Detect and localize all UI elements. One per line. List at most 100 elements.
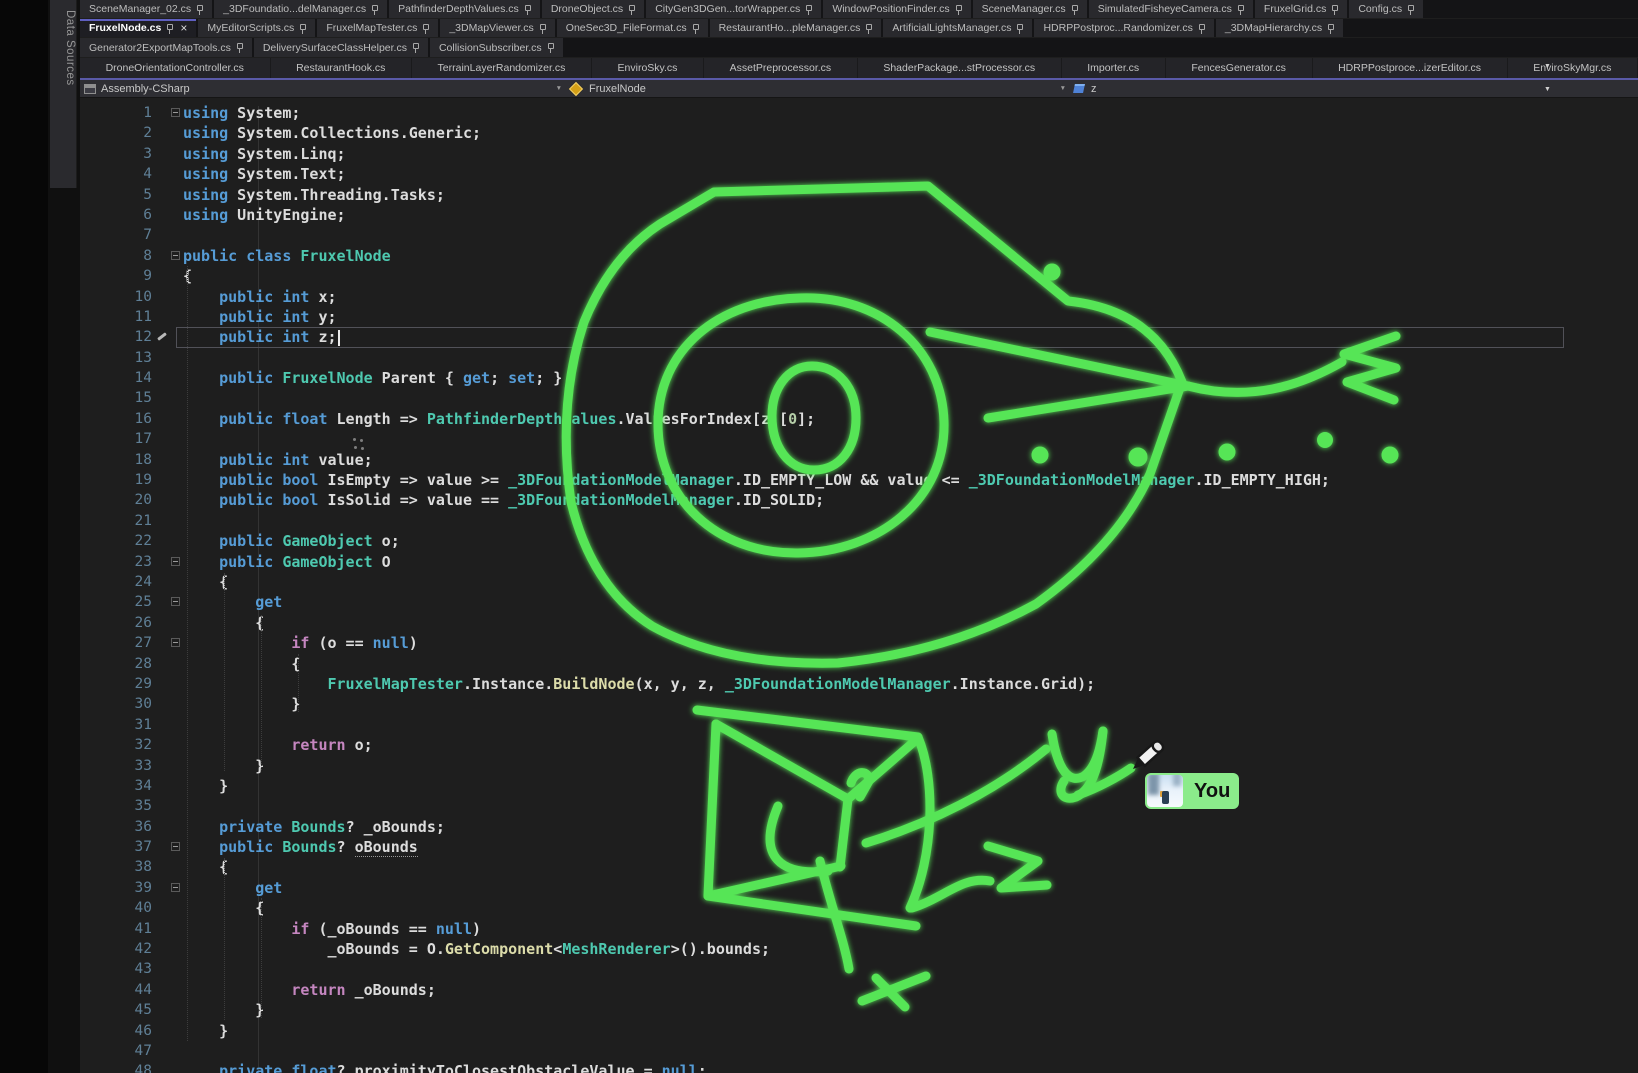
pin-icon[interactable] [805, 4, 812, 15]
tab-FruxelNode.cs[interactable]: FruxelNode.cs× [80, 19, 196, 37]
tab-Generator2ExportMapTools.cs[interactable]: Generator2ExportMapTools.cs [80, 38, 252, 57]
pin-icon[interactable] [196, 4, 203, 15]
code-line-41[interactable]: 41 if (_oBounds == null) [80, 919, 1638, 939]
pin-icon[interactable] [371, 4, 378, 15]
code-line-24[interactable]: 24 { [80, 572, 1638, 592]
tab-ArtificialLightsManager.cs[interactable]: ArtificialLightsManager.cs [883, 19, 1032, 37]
pin-icon[interactable] [1198, 23, 1205, 34]
code-line-22[interactable]: 22 public GameObject o; [80, 531, 1638, 551]
code-line-3[interactable]: 3using System.Linq; [80, 144, 1638, 164]
tab-RestaurantHook.cs[interactable]: RestaurantHook.cs [271, 58, 411, 78]
code-line-42[interactable]: 42 _oBounds = O.GetComponent<MeshRendere… [80, 939, 1638, 959]
code-line-27[interactable]: 27 if (o == null) [80, 633, 1638, 653]
code-line-1[interactable]: 1using System; [80, 103, 1638, 123]
pin-icon[interactable] [422, 23, 429, 34]
tab-SceneManager_02.cs[interactable]: SceneManager_02.cs [80, 0, 212, 18]
code-line-15[interactable]: 15 [80, 388, 1638, 408]
pin-icon[interactable] [539, 23, 546, 34]
code-line-47[interactable]: 47 [80, 1041, 1638, 1061]
code-line-34[interactable]: 34 } [80, 776, 1638, 796]
tab-SimulatedFisheyeCamera.cs[interactable]: SimulatedFisheyeCamera.cs [1089, 0, 1253, 18]
nav-overflow-icon[interactable]: ▼ [1544, 86, 1551, 93]
tab-MyEditorScripts.cs[interactable]: MyEditorScripts.cs [198, 19, 315, 37]
code-line-23[interactable]: 23 public GameObject O [80, 552, 1638, 572]
close-icon[interactable]: × [180, 21, 187, 35]
code-line-36[interactable]: 36 private Bounds? _oBounds; [80, 817, 1638, 837]
pin-icon[interactable] [692, 23, 699, 34]
code-line-11[interactable]: 11 public int y; [80, 307, 1638, 327]
tab-Importer.cs[interactable]: Importer.cs [1062, 58, 1165, 78]
fold-collapse-icon[interactable] [171, 251, 180, 260]
pin-icon[interactable] [1237, 4, 1244, 15]
code-line-2[interactable]: 2using System.Collections.Generic; [80, 123, 1638, 143]
pin-icon[interactable] [524, 4, 531, 15]
code-line-30[interactable]: 30 } [80, 694, 1638, 714]
tab-WindowPositionFinder.cs[interactable]: WindowPositionFinder.cs [823, 0, 970, 18]
code-line-28[interactable]: 28 { [80, 654, 1638, 674]
pin-icon[interactable] [1327, 23, 1334, 34]
tab-DroneObject.cs[interactable]: DroneObject.cs [542, 0, 644, 18]
project-dropdown[interactable]: Assembly-CSharp ▼ [80, 83, 568, 95]
code-line-9[interactable]: 9{ [80, 266, 1638, 286]
code-line-10[interactable]: 10 public int x; [80, 287, 1638, 307]
tab-overflow-icon[interactable]: ▼ [1544, 63, 1551, 70]
chevron-down-icon[interactable]: ▼ [556, 85, 562, 92]
code-line-37[interactable]: 37 public Bounds? oBounds [80, 837, 1638, 857]
data-sources-vertical-tab[interactable]: Data Sources [50, 0, 77, 188]
tab-FencesGenerator.cs[interactable]: FencesGenerator.cs [1166, 58, 1312, 78]
code-line-48[interactable]: 48 private float? proximityToClosestObst… [80, 1061, 1638, 1073]
code-line-12[interactable]: 12 public int z; [80, 327, 1638, 347]
fold-collapse-icon[interactable] [171, 638, 180, 647]
tab-ShaderPackage...stProcessor.cs[interactable]: ShaderPackage...stProcessor.cs [858, 58, 1061, 78]
type-dropdown[interactable]: FruxelNode ▼ [568, 83, 1072, 95]
pin-icon[interactable] [412, 42, 419, 53]
tab-_3DFoundatio...delManager.cs[interactable]: _3DFoundatio...delManager.cs [214, 0, 387, 18]
code-line-26[interactable]: 26 { [80, 613, 1638, 633]
code-line-17[interactable]: 17 [80, 429, 1638, 449]
code-line-35[interactable]: 35 [80, 796, 1638, 816]
code-line-7[interactable]: 7 [80, 225, 1638, 245]
code-line-16[interactable]: 16 public float Length => PathfinderDept… [80, 409, 1638, 429]
pin-icon[interactable] [299, 23, 306, 34]
fold-collapse-icon[interactable] [171, 557, 180, 566]
code-line-6[interactable]: 6using UnityEngine; [80, 205, 1638, 225]
fold-collapse-icon[interactable] [171, 883, 180, 892]
member-dropdown[interactable]: z [1072, 83, 1097, 95]
pin-icon[interactable] [1331, 4, 1338, 15]
code-line-31[interactable]: 31 [80, 715, 1638, 735]
tab-FruxelGrid.cs[interactable]: FruxelGrid.cs [1255, 0, 1347, 18]
code-line-14[interactable]: 14 public FruxelNode Parent { get; set; … [80, 368, 1638, 388]
tab-EnviroSky.cs[interactable]: EnviroSky.cs [592, 58, 703, 78]
tab-PathfinderDepthValues.cs[interactable]: PathfinderDepthValues.cs [389, 0, 540, 18]
pin-icon[interactable] [628, 4, 635, 15]
code-line-40[interactable]: 40 { [80, 898, 1638, 918]
code-line-39[interactable]: 39 get [80, 878, 1638, 898]
code-line-38[interactable]: 38 { [80, 857, 1638, 877]
tab-AssetPreprocessor.cs[interactable]: AssetPreprocessor.cs [704, 58, 857, 78]
tab-FruxelMapTester.cs[interactable]: FruxelMapTester.cs [317, 19, 438, 37]
code-editor[interactable]: 1using System;2using System.Collections.… [80, 98, 1638, 1073]
chevron-down-icon[interactable]: ▼ [1060, 85, 1066, 92]
pin-icon[interactable] [1407, 4, 1414, 15]
tab-TerrainLayerRandomizer.cs[interactable]: TerrainLayerRandomizer.cs [412, 58, 591, 78]
tab-CollisionSubscriber.cs[interactable]: CollisionSubscriber.cs [430, 38, 563, 57]
code-line-13[interactable]: 13 [80, 348, 1638, 368]
code-line-20[interactable]: 20 public bool IsSolid => value == _3DFo… [80, 490, 1638, 510]
tab-SceneManager.cs[interactable]: SceneManager.cs [973, 0, 1087, 18]
pin-icon[interactable] [166, 23, 173, 34]
tab-HDRPPostproce...izerEditor.cs[interactable]: HDRPPostproce...izerEditor.cs [1313, 58, 1507, 78]
pin-icon[interactable] [236, 42, 243, 53]
fold-collapse-icon[interactable] [171, 842, 180, 851]
pin-icon[interactable] [1016, 23, 1023, 34]
pin-icon[interactable] [1071, 4, 1078, 15]
code-line-19[interactable]: 19 public bool IsEmpty => value >= _3DFo… [80, 470, 1638, 490]
code-line-45[interactable]: 45 } [80, 1000, 1638, 1020]
tab-DroneOrientationController.cs[interactable]: DroneOrientationController.cs [80, 58, 270, 78]
code-line-29[interactable]: 29 FruxelMapTester.Instance.BuildNode(x,… [80, 674, 1638, 694]
tab-Config.cs[interactable]: Config.cs [1349, 0, 1423, 18]
tab-OneSec3D_FileFormat.cs[interactable]: OneSec3D_FileFormat.cs [557, 19, 708, 37]
code-line-18[interactable]: 18 public int value; [80, 450, 1638, 470]
code-line-32[interactable]: 32 return o; [80, 735, 1638, 755]
tab-_3DMapViewer.cs[interactable]: _3DMapViewer.cs [440, 19, 554, 37]
pin-icon[interactable] [955, 4, 962, 15]
